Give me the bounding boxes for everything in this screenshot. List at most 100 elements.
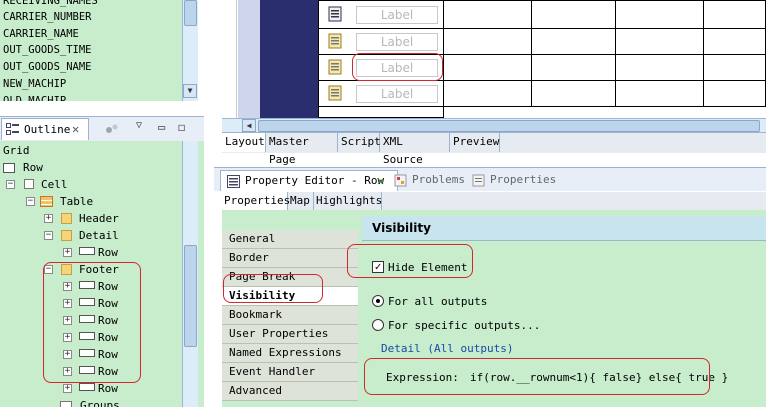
category-border[interactable]: Border (222, 249, 358, 268)
grid-cell[interactable] (444, 0, 532, 29)
grid-cell[interactable] (704, 29, 766, 55)
field-item[interactable]: OLD_MACHIP (3, 93, 66, 101)
label-element[interactable]: Label (356, 59, 438, 77)
collapse-icon[interactable]: − (26, 197, 35, 206)
collapse-icon[interactable]: − (6, 180, 15, 189)
tree-node[interactable]: + Row (63, 312, 183, 329)
tree-node[interactable]: + Header (44, 210, 164, 227)
grid-cell[interactable] (704, 0, 766, 29)
category-general[interactable]: General (222, 230, 358, 249)
tab-properties[interactable]: Properties (472, 170, 564, 191)
grid-cell[interactable] (616, 81, 704, 107)
field-list-scrollbar[interactable]: ▼ (182, 0, 198, 101)
subtab-highlights[interactable]: Highlights (314, 192, 382, 210)
grid-cell[interactable] (318, 107, 444, 118)
outline-tab[interactable]: Outline ✕ (1, 118, 89, 140)
label-element[interactable]: Label (356, 33, 438, 51)
tab-layout[interactable]: Layout (222, 133, 266, 152)
category-page-break[interactable]: Page Break (222, 268, 358, 287)
subtab-properties[interactable]: Properties (222, 192, 290, 210)
field-item[interactable]: CARRIER_NAME (3, 26, 79, 42)
expand-icon[interactable]: + (63, 384, 72, 393)
editor-horizontal-scrollbar[interactable]: ◀ (222, 118, 766, 133)
close-icon[interactable]: ✕ (72, 122, 79, 136)
scroll-thumb[interactable] (184, 245, 197, 347)
tree-node[interactable]: + Row (63, 295, 183, 312)
grid-cell[interactable] (444, 81, 532, 107)
scroll-left-icon[interactable]: ◀ (242, 119, 256, 132)
tree-node[interactable]: − Cell (6, 176, 126, 193)
subtab-map[interactable]: Map (288, 192, 314, 210)
expand-icon[interactable]: + (44, 214, 53, 223)
tree-node[interactable]: + Row (63, 244, 183, 261)
category-bookmark[interactable]: Bookmark (222, 306, 358, 325)
expand-icon[interactable]: + (63, 316, 72, 325)
tree-node[interactable]: + Row (63, 380, 183, 397)
grid-cell[interactable] (444, 55, 532, 81)
tree-node[interactable]: − Table (26, 193, 146, 210)
category-user-properties[interactable]: User Properties (222, 325, 358, 344)
grid-cell[interactable] (704, 55, 766, 81)
tree-node[interactable]: + Row (63, 278, 183, 295)
grid-cell[interactable] (444, 29, 532, 55)
scroll-down-icon[interactable]: ▼ (183, 84, 197, 98)
grid-cell[interactable] (532, 55, 616, 81)
radio-all-outputs[interactable] (372, 295, 384, 307)
tree-node[interactable]: Groups (58, 397, 178, 407)
scroll-thumb[interactable] (258, 120, 760, 132)
field-item[interactable]: RECEIVING_NAMES (3, 0, 98, 9)
grid-cell[interactable] (616, 55, 704, 81)
field-item[interactable]: OUT_GOODS_NAME (3, 59, 92, 75)
tree-node[interactable]: + Row (63, 329, 183, 346)
category-visibility[interactable]: Visibility (222, 287, 358, 306)
grid-cell[interactable] (616, 29, 704, 55)
hide-element-checkbox[interactable]: ✓ (372, 261, 384, 273)
grid-cell[interactable] (704, 81, 766, 107)
minimize-icon[interactable]: ▭ (158, 120, 165, 134)
tree-node[interactable]: Grid (3, 142, 30, 159)
outline-scrollbar[interactable] (182, 141, 198, 407)
expand-icon[interactable]: + (63, 367, 72, 376)
row-handle-icon[interactable] (327, 59, 343, 75)
expand-icon[interactable]: + (63, 282, 72, 291)
expand-icon[interactable]: + (63, 248, 72, 257)
expand-icon[interactable]: + (63, 333, 72, 342)
field-item[interactable]: NEW_MACHIP (3, 76, 66, 92)
view-menu-icon[interactable]: ▽ (136, 120, 142, 131)
tree-node[interactable]: + Row (63, 363, 183, 380)
field-item[interactable]: CARRIER_NUMBER (3, 9, 92, 25)
expand-icon[interactable]: + (63, 299, 72, 308)
grid-cell[interactable] (532, 29, 616, 55)
tab-script[interactable]: Script (338, 133, 381, 152)
category-named-expressions[interactable]: Named Expressions (222, 344, 358, 363)
radio-specific-outputs[interactable] (372, 319, 384, 331)
collapse-icon[interactable]: − (44, 265, 53, 274)
grid-cell[interactable] (532, 81, 616, 107)
tab-master-page[interactable]: Master Page (266, 133, 338, 166)
maximize-icon[interactable]: ◻ (178, 120, 185, 134)
field-item[interactable]: OUT_GOODS_TIME (3, 42, 92, 58)
tab-problems[interactable]: Problems (394, 170, 468, 191)
close-icon[interactable]: ✕ (377, 171, 384, 191)
label-element[interactable]: Label (356, 85, 438, 103)
row-handle-icon[interactable] (327, 6, 343, 22)
row-handle-icon[interactable] (327, 33, 343, 49)
tab-preview[interactable]: Preview (450, 133, 500, 152)
expand-icon[interactable]: + (63, 350, 72, 359)
tree-node[interactable]: − Detail (44, 227, 164, 244)
tab-xml-source[interactable]: XML Source (380, 133, 450, 166)
expression-value[interactable]: if(row.__rownum<1){ false} else{ true } (470, 371, 728, 384)
grid-cell[interactable] (532, 0, 616, 29)
collapse-icon[interactable]: − (44, 231, 53, 240)
row-handle-icon[interactable] (327, 85, 343, 101)
category-advanced[interactable]: Advanced (222, 382, 358, 401)
label-element[interactable]: Label (356, 6, 438, 24)
view-toolbar-icon[interactable] (104, 123, 120, 135)
visibility-panel-title: Visibility (362, 216, 766, 241)
property-editor-tab[interactable]: Property Editor - Row ✕ (220, 170, 398, 191)
tree-node[interactable]: + Row (63, 346, 183, 363)
tree-node[interactable]: − Footer (44, 261, 164, 278)
scroll-thumb[interactable] (184, 0, 197, 26)
grid-cell[interactable] (616, 0, 704, 29)
category-event-handler[interactable]: Event Handler (222, 363, 358, 382)
